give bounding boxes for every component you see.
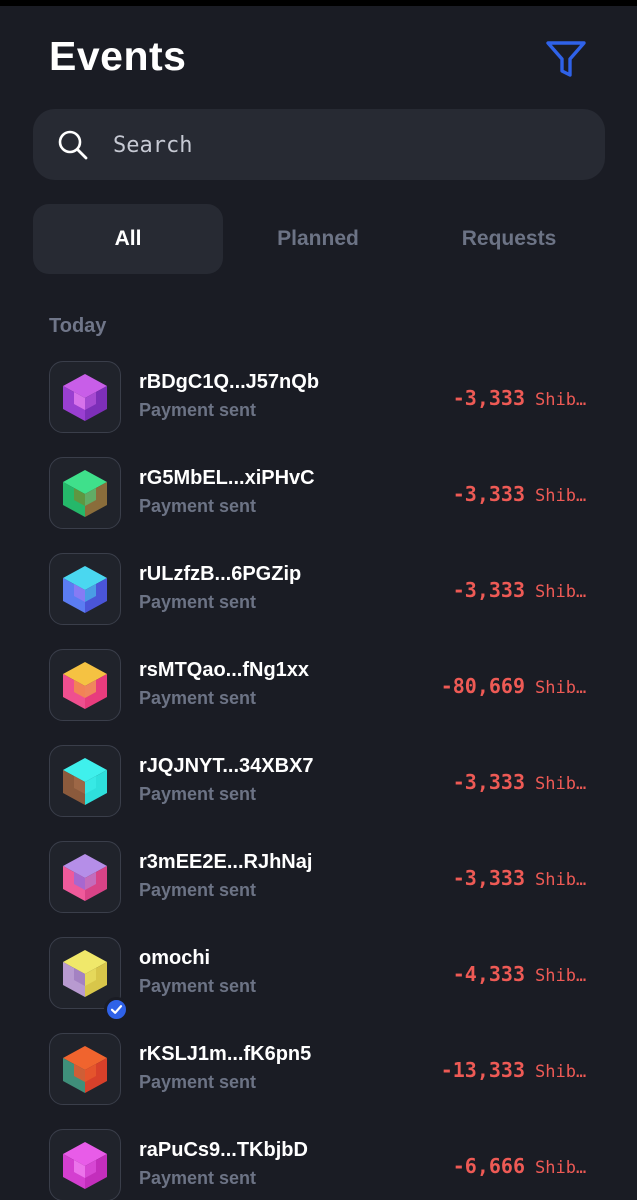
event-row[interactable]: omochi Payment sent -4,333 Shib… <box>0 920 637 1022</box>
amount-currency: Shib… <box>535 486 587 506</box>
amount-value: -3,333 <box>452 482 525 506</box>
event-name: rBDgC1Q...J57nQb <box>139 371 320 393</box>
event-row[interactable]: rsMTQao...fNg1xx Payment sent -80,669 Shib… <box>0 632 637 728</box>
cube-avatar-icon <box>63 854 107 901</box>
event-name: raPuCs9...TKbjbD <box>139 1139 308 1161</box>
event-subtitle: Payment sent <box>139 592 257 612</box>
amount-value: -3,333 <box>452 770 525 794</box>
event-name: rKSLJ1m...fK6pn5 <box>139 1043 312 1065</box>
event-name: rG5MbEL...xiPHvC <box>139 467 315 489</box>
event-subtitle: Payment sent <box>139 1072 257 1092</box>
amount-currency: Shib… <box>535 582 587 602</box>
header: Events <box>0 6 637 106</box>
amount-currency: Shib… <box>535 774 587 794</box>
event-subtitle: Payment sent <box>139 400 257 420</box>
avatar <box>49 1129 121 1200</box>
event-row[interactable]: rG5MbEL...xiPHvC Payment sent -3,333 Shib… <box>0 440 637 536</box>
amount-value: -6,666 <box>452 1154 525 1178</box>
avatar <box>49 841 121 913</box>
amount-currency: Shib… <box>535 870 587 890</box>
amount-value: -3,333 <box>452 386 525 410</box>
event-amount: -80,669 Shib… <box>441 674 589 698</box>
event-name: rULzfzB...6PGZip <box>139 563 302 585</box>
event-subtitle: Payment sent <box>139 880 257 900</box>
amount-currency: Shib… <box>535 1158 587 1178</box>
event-row[interactable]: rKSLJ1m...fK6pn5 Payment sent -13,333 Shib… <box>0 1016 637 1112</box>
event-name: omochi <box>139 947 211 969</box>
cube-avatar-icon <box>63 566 107 613</box>
event-row[interactable]: r3mEE2E...RJhNaj Payment sent -3,333 Shib… <box>0 824 637 920</box>
tab-requests[interactable]: Requests <box>414 204 604 274</box>
search-icon <box>58 130 88 160</box>
event-subtitle: Payment sent <box>139 976 257 996</box>
event-amount: -3,333 Shib… <box>453 770 589 794</box>
page-title: Events <box>49 33 187 79</box>
filter-icon <box>546 41 586 77</box>
amount-currency: Shib… <box>535 1062 587 1082</box>
event-row[interactable]: rJQJNYT...34XBX7 Payment sent -3,333 Shib… <box>0 728 637 824</box>
cube-avatar-icon <box>63 1142 107 1189</box>
filter-button[interactable] <box>542 38 590 82</box>
event-row[interactable]: rULzfzB...6PGZip Payment sent -3,333 Shib… <box>0 536 637 632</box>
event-amount: -13,333 Shib… <box>441 1058 589 1082</box>
event-row[interactable]: rBDgC1Q...J57nQb Payment sent -3,333 Shib… <box>0 344 637 440</box>
amount-value: -80,669 <box>440 674 525 698</box>
cube-avatar-icon <box>63 470 107 517</box>
avatar <box>49 745 121 817</box>
event-amount: -6,666 Shib… <box>453 1154 589 1178</box>
section-label-today: Today <box>49 315 107 337</box>
event-amount: -3,333 Shib… <box>453 578 589 602</box>
event-amount: -3,333 Shib… <box>453 482 589 506</box>
amount-value: -13,333 <box>440 1058 525 1082</box>
event-name: r3mEE2E...RJhNaj <box>139 851 313 873</box>
cube-avatar-icon <box>63 758 107 805</box>
tab-planned[interactable]: Planned <box>223 204 413 274</box>
event-name: rsMTQao...fNg1xx <box>139 659 310 681</box>
event-subtitle: Payment sent <box>139 1168 257 1188</box>
tab-all[interactable]: All <box>33 204 223 274</box>
amount-currency: Shib… <box>535 966 587 986</box>
event-amount: -4,333 Shib… <box>453 962 589 986</box>
event-subtitle: Payment sent <box>139 688 257 708</box>
amount-value: -3,333 <box>452 866 525 890</box>
avatar <box>49 457 121 529</box>
avatar <box>49 1033 121 1105</box>
cube-avatar-icon <box>63 374 107 421</box>
event-amount: -3,333 Shib… <box>453 866 589 890</box>
checkmark-icon <box>110 1005 123 1014</box>
event-subtitle: Payment sent <box>139 784 257 804</box>
cube-avatar-icon <box>63 950 107 997</box>
event-amount: -3,333 Shib… <box>453 386 589 410</box>
amount-value: -4,333 <box>452 962 525 986</box>
event-tabs: All Planned Requests <box>33 204 605 274</box>
event-subtitle: Payment sent <box>139 496 257 516</box>
cube-avatar-icon <box>63 1046 107 1093</box>
amount-currency: Shib… <box>535 390 587 410</box>
event-row[interactable]: raPuCs9...TKbjbD Payment sent -6,666 Shib… <box>0 1112 637 1200</box>
cube-avatar-icon <box>63 662 107 709</box>
event-name: rJQJNYT...34XBX7 <box>139 755 314 777</box>
avatar <box>49 553 121 625</box>
avatar <box>49 361 121 433</box>
search-bar[interactable] <box>33 109 605 180</box>
amount-value: -3,333 <box>452 578 525 602</box>
avatar <box>49 649 121 721</box>
search-input[interactable] <box>113 125 573 165</box>
amount-currency: Shib… <box>535 678 587 698</box>
